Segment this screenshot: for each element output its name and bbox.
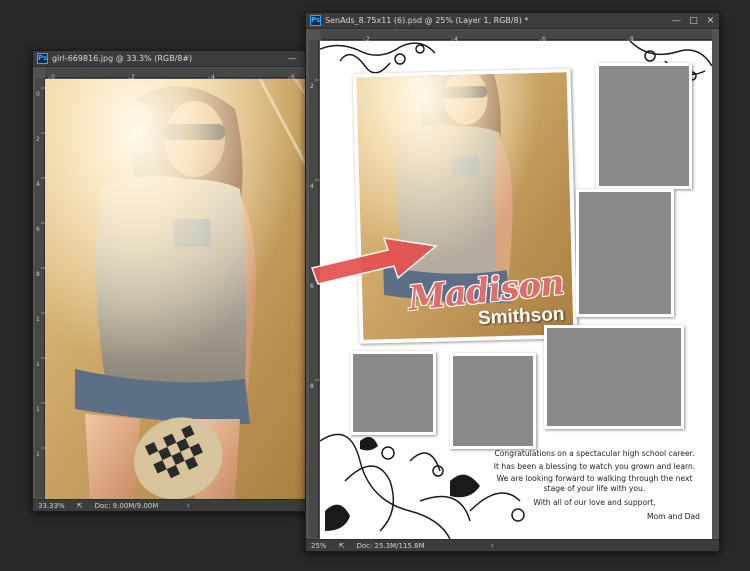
ruler-label: 0 — [36, 91, 40, 98]
red-arrow-icon — [310, 237, 438, 285]
layout-window-title: SenAds_8.75x11 (6).psd @ 25% (Layer 1, R… — [325, 16, 529, 25]
message-line: With all of our love and support, — [533, 498, 656, 508]
photo-canvas[interactable] — [45, 79, 335, 499]
ruler-label: 8 — [310, 383, 314, 390]
message-line: We are looking forward to walking throug… — [496, 474, 693, 493]
ruler-label: 2 — [310, 83, 314, 90]
message-signature: Mom and Dad — [646, 511, 700, 521]
ruler-label: 1 — [36, 451, 40, 458]
layout-window-titlebar[interactable]: Ps SenAds_8.75x11 (6).psd @ 25% (Layer 1… — [306, 13, 719, 29]
status-menu-arrow[interactable]: › — [187, 501, 190, 510]
share-icon[interactable]: ⇱ — [339, 542, 345, 550]
status-menu-arrow[interactable]: › — [491, 541, 494, 550]
photoshop-icon: Ps — [37, 53, 48, 64]
girl-photo — [45, 79, 335, 499]
share-icon[interactable]: ⇱ — [77, 502, 83, 510]
ruler-label: 4 — [36, 181, 40, 188]
ruler-label: 2 — [36, 136, 40, 143]
photo-status-bar: 33.33% ⇱ Doc: 9.00M/9.00M › — [33, 499, 335, 511]
ruler-label: 1 — [36, 361, 40, 368]
horizontal-ruler[interactable]: 2 4 6 8 — [319, 30, 712, 45]
ruler-label: 4 — [310, 183, 314, 190]
zoom-level[interactable]: 25% — [311, 542, 327, 550]
minimize-icon[interactable]: — — [288, 54, 297, 64]
zoom-level[interactable]: 33.33% — [38, 502, 65, 510]
congratulations-message[interactable]: Congratulations on a spectacular high sc… — [487, 449, 702, 525]
doc-size: Doc: 25.3M/115.8M — [356, 541, 425, 550]
photo-window-title: girl-669816.jpg @ 33.3% (RGB/8#) — [52, 54, 193, 63]
message-line: Congratulations on a spectacular high sc… — [494, 449, 695, 458]
layout-canvas[interactable]: Madison Smithson Congratulations on a sp… — [320, 41, 712, 539]
close-icon[interactable]: ✕ — [706, 16, 715, 26]
vertical-ruler[interactable]: 0 2 4 6 8 1 1 1 1 — [35, 78, 45, 498]
photo-placeholder[interactable] — [450, 353, 536, 449]
photo-placeholder[interactable] — [576, 189, 674, 317]
message-line: It has been a blessing to watch you grow… — [493, 461, 696, 471]
last-name: Smithson — [477, 303, 566, 330]
photo-placeholder[interactable] — [544, 325, 684, 429]
ruler-label: 1 — [36, 316, 40, 323]
doc-size: Doc: 9.00M/9.00M — [94, 501, 159, 510]
maximize-icon[interactable]: □ — [689, 16, 698, 26]
ruler-ticks: 0 2 4 6 8 1 1 1 1 — [36, 87, 45, 458]
photo-document-window[interactable]: Ps girl-669816.jpg @ 33.3% (RGB/8#) — □ … — [32, 50, 336, 512]
ruler-ticks: 2 4 6 8 — [310, 79, 319, 390]
ruler-label: 8 — [36, 271, 40, 278]
photo-placeholder[interactable] — [350, 351, 436, 435]
ruler-label: 1 — [36, 406, 40, 413]
photo-window-titlebar[interactable]: Ps girl-669816.jpg @ 33.3% (RGB/8#) — □ … — [33, 51, 335, 67]
vertical-ruler[interactable]: 2 4 6 8 — [309, 40, 319, 538]
horizontal-ruler[interactable]: 0 2 4 6 — [45, 68, 335, 83]
ruler-label: 6 — [36, 226, 40, 233]
minimize-icon[interactable]: — — [672, 16, 681, 26]
photo-placeholder[interactable] — [596, 63, 692, 189]
layout-status-bar: 25% ⇱ Doc: 25.3M/115.8M › — [306, 539, 719, 551]
photoshop-icon: Ps — [310, 15, 321, 26]
